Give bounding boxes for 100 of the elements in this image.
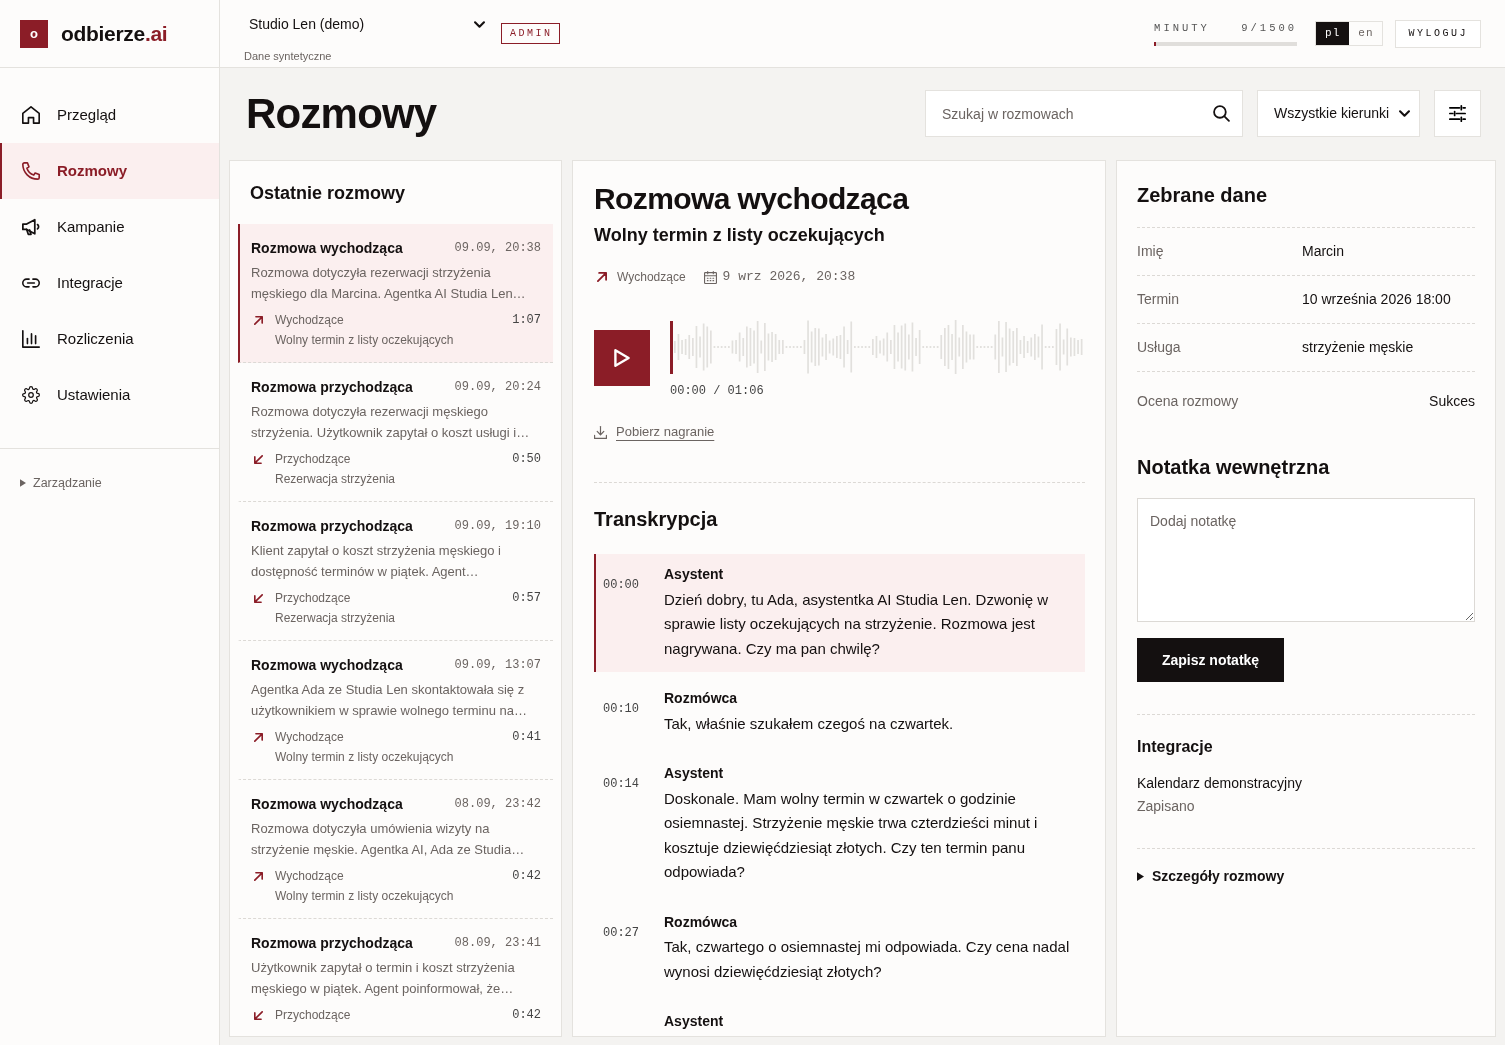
calendar-icon (703, 270, 717, 284)
studio-select[interactable]: Studio Len (demo) (244, 10, 490, 38)
transcript-text: Doskonale. Mam wolny termin w czwartek o godzinie osiemnastej. Strzyżenie męskie trwa czterdzieści minut i kosztuje dziewięćdziesiąt złotych. Czy ten termin panu odpowiada? (664, 788, 1039, 882)
call-list-item[interactable]: Rozmowa wychodząca 08.09, 23:42 Rozmowa dotyczyła umówienia wizyty na strzyżenie męskie. Agentka AI, Ada ze Studia… Wychodzące 0:42 Wolny termin z listy oczekujących (238, 780, 553, 919)
call-title: Rozmowa wychodząca (251, 239, 403, 258)
timestamp: 00:27 (603, 924, 639, 941)
speaker-name: Rozmówca (664, 689, 739, 708)
transcript-entry[interactable]: 00:10 Rozmówca Tak, właśnie szukałem czegoś na czwartek. (594, 678, 1085, 747)
transcript-text: Dzień dobry, tu Ada, asystentka AI Studia Len. Dzwonię w sprawie listy oczekujących na strzyżenie. Rozmowa jest nagrywana. Czy ma pan chwilę? (664, 589, 1050, 659)
arrow-up-right-icon (254, 871, 263, 881)
sidebar-item[interactable]: Ustawienia (0, 367, 219, 423)
arrow-up-right-icon (254, 315, 263, 325)
chevron-down-icon (1399, 110, 1410, 117)
call-time: 09.09, 19:10 (454, 518, 541, 535)
transcript-text: Tak, czwartego o osiemnastej mi odpowiada. Czy cena nadal wynosi dziewięćdziesiąt złotych? (664, 937, 1071, 982)
search-field[interactable]: Szukaj w rozmowach (925, 90, 1243, 137)
arrow-down-left-icon (254, 593, 263, 603)
campaign-label: Wolny termin z listy oczekujących (274, 888, 455, 905)
chevron-down-icon (474, 20, 485, 28)
megaphone-icon (22, 218, 40, 236)
transcript-text: Tak, właśnie szukałem czegoś na czwartek. (664, 713, 955, 734)
filter-button[interactable] (1434, 90, 1481, 137)
call-list-item[interactable]: Rozmowa przychodząca 08.09, 23:41 Użytkownik zapytał o termin i koszt strzyżenia męskiego w piątek. Agent poinformował, że… Przychodzące 0:42 (238, 919, 553, 1036)
arrow-down-left-icon (254, 454, 263, 464)
call-heading: Rozmowa wychodząca (594, 181, 910, 217)
call-list-item[interactable]: Rozmowa przychodząca 09.09, 20:24 Rozmowa dotyczyła rezerwacji męskiego strzyżenia. Użytkownik zapytał o koszt usługi i… Przychodzące 0:50 Rezerwacja strzyżenia (238, 363, 553, 502)
details-toggle[interactable]: Szczegóły rozmowy (1137, 866, 1285, 886)
campaign-label: Wolny termin z listy oczekujących (274, 332, 455, 349)
logout-button[interactable]: WYLOGUJ (1395, 19, 1481, 48)
call-time: 09.09, 20:24 (454, 379, 541, 396)
direction-label: Wychodzące (275, 312, 344, 329)
save-note-button[interactable]: Zapisz notatkę (1137, 638, 1284, 682)
campaign-label: Rezerwacja strzyżenia (274, 610, 397, 627)
search-icon (1213, 105, 1230, 122)
call-title: Rozmowa wychodząca (251, 795, 403, 814)
integration-name: Kalendarz demonstracyjny (1137, 774, 1303, 793)
playback-time: 00:00 / 01:06 (670, 383, 764, 399)
call-subtitle: Wolny termin z listy oczekujących (594, 224, 886, 247)
direction-label: Wychodzące (275, 729, 344, 746)
role-badge: ADMIN (501, 23, 560, 44)
call-list-item[interactable]: Rozmowa przychodząca 09.09, 19:10 Klient zapytał o koszt strzyżenia męskiego i dostępność terminów w piątek. Agent… Przychodzące 0:57 Rezerwacja strzyżenia (238, 502, 553, 641)
direction-label: Przychodzące (275, 590, 351, 607)
direction-label: Wychodzące (617, 269, 686, 286)
sidebar-item[interactable]: Rozmowy (0, 143, 219, 199)
transcript-entry[interactable]: 00:00 Asystent Dzień dobry, tu Ada, asystentka AI Studia Len. Dzwonię w sprawie listy oczekujących na strzyżenie. Rozmowa jest nagrywana. Czy ma pan chwilę? (594, 554, 1085, 672)
page-title: Rozmowy (246, 90, 437, 137)
logo-mark: o (20, 19, 48, 48)
download-icon (594, 425, 607, 439)
campaign-label: Wolny termin z listy oczekujących (274, 749, 455, 766)
call-date: 9 wrz 2026, 20:38 (722, 268, 856, 287)
section-toggle[interactable]: Zarządzanie (0, 473, 102, 493)
brand-name: odbierze.ai (61, 20, 168, 47)
panel-title: Ostatnie rozmowy (250, 182, 407, 205)
integration-status: Zapisano (1137, 797, 1196, 816)
direction-label: Przychodzące (275, 451, 351, 468)
call-duration: 0:42 (512, 868, 541, 885)
home-icon (22, 106, 40, 124)
field-label: Imię (1137, 242, 1165, 261)
arrow-up-right-icon (597, 272, 607, 282)
sidebar-item[interactable]: Przegląd (0, 87, 219, 143)
call-list-item[interactable]: Rozmowa wychodząca 09.09, 20:38 Rozmowa dotyczyła rezerwacji strzyżenia męskiego dla Marcina. Agentka AI Studia Len… Wychodzące 1:07 Wolny termin z listy oczekujących (238, 224, 553, 363)
timestamp: 00:00 (603, 577, 639, 593)
call-duration: 1:07 (512, 312, 541, 329)
call-time: 08.09, 23:41 (454, 935, 541, 952)
field-value: Marcin (1302, 242, 1344, 261)
arrow-down-left-icon (254, 1010, 263, 1020)
playhead-handle[interactable] (670, 321, 673, 374)
language-toggle[interactable]: pl (1316, 22, 1350, 45)
transcript-entry[interactable]: 00:14 Asystent Doskonale. Mam wolny termin w czwartek o godzinie osiemnastej. Strzyżenie męskie trwa czterdzieści minut i kosztuje dziewięćdziesiąt złotych. Czy ten termin panu odpowiada? (594, 753, 1085, 896)
sidebar-item[interactable]: Rozliczenia (0, 311, 219, 367)
call-title: Rozmowa przychodząca (251, 517, 413, 536)
call-time: 09.09, 13:07 (454, 657, 541, 674)
usage-label: MINUTY (1154, 21, 1210, 35)
call-summary: Rozmowa dotyczyła rezerwacji strzyżenia męskiego dla Marcina. Agentka AI Studia Len… (251, 264, 527, 303)
call-list-item[interactable]: Rozmowa wychodząca 09.09, 13:07 Agentka Ada ze Studia Len skontaktowała się z użytkownikiem w sprawie wolnego terminu na… Wychodzące 0:41 Wolny termin z listy oczekujących (238, 641, 553, 780)
play-button[interactable] (594, 330, 650, 386)
field-label: Usługa (1137, 338, 1182, 357)
note-field[interactable]: Dodaj notatkę (1137, 498, 1475, 622)
play-icon (614, 349, 630, 367)
direction-select[interactable]: Wszystkie kierunki (1257, 90, 1420, 137)
call-duration: 0:42 (512, 1007, 541, 1024)
studio-note: Dane syntetyczne (244, 49, 332, 64)
call-summary: Rozmowa dotyczyła umówienia wizyty na strzyżenie męskie. Agentka AI, Ada ze Studia… (251, 820, 526, 859)
timestamp: 00:14 (603, 776, 639, 792)
bar-chart-icon (22, 330, 40, 348)
download-link[interactable]: Pobierz nagranie (616, 422, 715, 442)
call-title: Rozmowa wychodząca (251, 656, 403, 675)
settings-icon (22, 386, 40, 404)
sidebar-item[interactable]: Integracje (0, 255, 219, 311)
call-time: 09.09, 20:38 (454, 240, 541, 257)
section-title: Integracje (1137, 737, 1214, 757)
call-title: Rozmowa przychodząca (251, 378, 413, 397)
transcript-entry[interactable]: Asystent (594, 1001, 1085, 1036)
sidebar-item[interactable]: Kampanie (0, 199, 219, 255)
transcript-entry[interactable]: 00:27 Rozmówca Tak, czwartego o osiemnastej mi odpowiada. Czy cena nadal wynosi dziewięćdziesiąt złotych? (594, 901, 1085, 995)
speaker-name: Asystent (664, 565, 725, 584)
field-value: 10 września 2026 18:00 (1302, 290, 1451, 309)
speaker-name: Rozmówca (664, 912, 739, 932)
call-summary: Rozmowa dotyczyła rezerwacji męskiego strzyżenia. Użytkownik zapytał o koszt usługi i… (251, 403, 531, 442)
phone-icon (22, 162, 40, 180)
